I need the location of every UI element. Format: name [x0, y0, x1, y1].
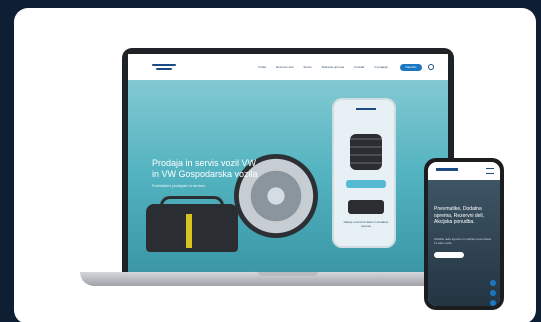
phone-hero-subtitle: Obiščite našo trgovino in poiščite pravi… [434, 237, 492, 245]
mail-icon[interactable] [490, 300, 496, 306]
hero-title: Prodaja in servis vozil VW in VW Gospoda… [152, 158, 258, 179]
nav-item-vozila[interactable]: Vozila [258, 65, 266, 69]
phone-mockup: Pnevmatike, Dodatna oprema, Rezervni del… [424, 158, 504, 310]
showcase-caption: Nakup rezervnih delov in dodatne opreme [343, 220, 389, 228]
laptop-mockup: Vozila Rezervni deli Servis Dodatna opre… [122, 48, 454, 272]
chat-icon[interactable] [490, 280, 496, 286]
hero-subtitle: Pooblaščeni prodajalec in serviser [152, 184, 206, 188]
nav-item-servis[interactable]: Servis [303, 65, 311, 69]
showcase-card: Vozila Rezervni deli Servis Dodatna opre… [14, 8, 536, 322]
phone-hero: Pnevmatike, Dodatna oprema, Rezervni del… [428, 180, 500, 306]
phone-brand-logo[interactable] [436, 168, 458, 171]
tires-image [350, 134, 382, 170]
laptop-screen: Vozila Rezervni deli Servis Dodatna opre… [128, 54, 448, 272]
brand-logo[interactable] [150, 61, 178, 73]
phone-icon[interactable] [490, 290, 496, 296]
showcase-logo [356, 108, 376, 110]
product-showcase: Nakup rezervnih delov in dodatne opreme [332, 98, 396, 248]
phone-screen: Pnevmatike, Dodatna oprema, Rezervni del… [428, 162, 500, 306]
nav-item-kontakt[interactable]: Kontakt [354, 65, 364, 69]
hamburger-menu-icon[interactable] [486, 168, 494, 174]
nav-item-dodatna-oprema[interactable]: Dodatna oprema [322, 65, 344, 69]
laptop-nav-menu: Vozila Rezervni deli Servis Dodatna opre… [258, 65, 388, 69]
nav-cta-button[interactable]: Naročilo [399, 63, 422, 71]
user-icon[interactable] [427, 64, 434, 70]
floating-action-buttons [490, 280, 496, 306]
bag-image [146, 196, 238, 252]
phone-hero-title: Pnevmatike, Dodatna oprema, Rezervni del… [434, 206, 485, 225]
showcase-button[interactable] [346, 180, 386, 188]
nav-item-o-podjetju[interactable]: O podjetju [374, 65, 388, 69]
phone-hero-button[interactable] [434, 252, 464, 258]
accessory-image [348, 200, 384, 214]
laptop-navbar: Vozila Rezervni deli Servis Dodatna opre… [128, 54, 448, 80]
nav-item-rezervni-deli[interactable]: Rezervni deli [276, 65, 293, 69]
phone-navbar [428, 162, 500, 180]
